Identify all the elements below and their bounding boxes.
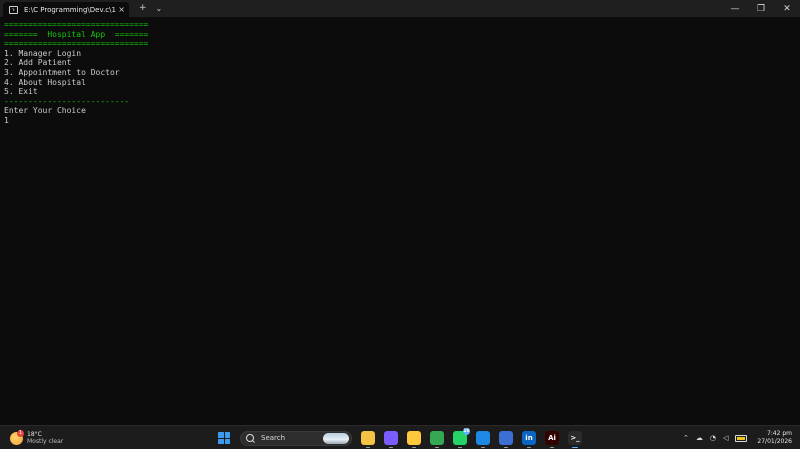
new-tab-button[interactable]: + [139, 0, 147, 17]
start-button[interactable] [218, 432, 230, 444]
taskbar-search[interactable]: Search [240, 430, 352, 446]
running-indicator [412, 446, 416, 448]
running-indicator [481, 446, 485, 448]
terminal-line: -------------------------- [4, 96, 130, 106]
search-icon [246, 434, 254, 442]
terminal-line: 4. About Hospital [4, 77, 86, 87]
weather-icon: 1 [10, 429, 24, 445]
screen: E:\C Programming\Dev.c\1st S × + ⌄ — ❐ ✕… [0, 0, 800, 449]
clock-time: 7:42 pm [766, 430, 792, 437]
terminal-output[interactable]: ============================== ======= H… [4, 20, 784, 420]
illustrator-icon[interactable]: Ai [545, 431, 559, 448]
pinned-apps: 10 in Ai >_ [352, 428, 582, 448]
terminal-tab-icon [9, 5, 18, 14]
folder-icon[interactable] [407, 431, 421, 448]
terminal-line: ======= Hospital App ======= [4, 29, 149, 39]
running-indicator [366, 446, 370, 448]
app-glyph: Ai [548, 434, 556, 442]
tab-close-button[interactable]: × [118, 5, 125, 14]
running-indicator [527, 446, 531, 448]
terminal-line: 3. Appointment to Doctor [4, 67, 120, 77]
running-indicator [389, 446, 393, 448]
battery-icon[interactable] [735, 434, 748, 442]
running-indicator [504, 446, 508, 448]
running-indicator [550, 446, 554, 448]
tab-dropdown-button[interactable]: ⌄ [156, 0, 163, 17]
terminal-line: ============================== [4, 20, 149, 29]
windows-logo-tile [224, 438, 230, 444]
system-tray: ⌃ ☁ ◔ ◁ 7:42 pm 27/01/2026 [676, 428, 792, 448]
weather-badge: 1 [17, 429, 24, 437]
terminal-tab[interactable]: E:\C Programming\Dev.c\1st S × [3, 2, 129, 17]
windows-logo-tile [224, 432, 230, 438]
weather-text: 18°C Mostly clear [27, 431, 63, 445]
terminal-line: ============================== [4, 39, 149, 49]
terminal-line: 1 [4, 115, 9, 125]
windows-logo-tile [218, 432, 224, 438]
windows-logo-tile [218, 438, 224, 444]
terminal-line: 5. Exit [4, 87, 38, 97]
taskbar: 1 18°C Mostly clear Search 10 in Ai >_ ⌃ [0, 425, 800, 449]
maximize-button[interactable]: ❐ [748, 0, 774, 17]
notification-badge: 10 [463, 428, 470, 435]
terminal-line: 1. Manager Login [4, 48, 82, 58]
volume-icon[interactable]: ◁ [723, 434, 728, 442]
linkedin-icon[interactable]: in [522, 431, 536, 448]
whatsapp-icon[interactable]: 10 [453, 428, 470, 448]
tray-chevron-icon[interactable]: ⌃ [683, 434, 689, 442]
search-highlight-image [323, 432, 349, 444]
chrome-icon[interactable] [430, 431, 444, 448]
onedrive-cloud-icon[interactable]: ☁ [696, 434, 703, 442]
running-indicator [458, 446, 462, 448]
terminal-line: 2. Add Patient [4, 58, 72, 68]
calendar-app-icon[interactable] [499, 431, 513, 448]
minimize-button[interactable]: — [722, 0, 748, 17]
weather-widget[interactable]: 1 18°C Mostly clear [10, 429, 63, 447]
search-label: Search [261, 434, 286, 442]
clock[interactable]: 7:42 pm 27/01/2026 [757, 430, 792, 446]
running-indicator [572, 446, 578, 448]
close-button[interactable]: ✕ [774, 0, 800, 17]
app-glyph: >_ [570, 434, 580, 442]
title-bar[interactable]: E:\C Programming\Dev.c\1st S × + ⌄ — ❐ ✕ [0, 0, 800, 17]
app-glyph: in [525, 434, 533, 442]
running-indicator [435, 446, 439, 448]
copilot-icon[interactable] [384, 431, 398, 448]
window-controls: — ❐ ✕ [722, 0, 800, 17]
terminal-line: Enter Your Choice [4, 106, 86, 116]
taskbar-center: Search 10 in Ai >_ [218, 428, 582, 448]
weather-condition: Mostly clear [27, 438, 64, 445]
wifi-icon[interactable]: ◔ [710, 434, 716, 442]
clock-date: 27/01/2026 [757, 438, 792, 445]
tab-title: E:\C Programming\Dev.c\1st S [24, 5, 116, 14]
weather-temperature: 18°C [27, 431, 42, 438]
file-explorer-icon[interactable] [361, 431, 375, 448]
terminal-icon[interactable]: >_ [568, 431, 582, 448]
vscode-icon[interactable] [476, 431, 490, 448]
